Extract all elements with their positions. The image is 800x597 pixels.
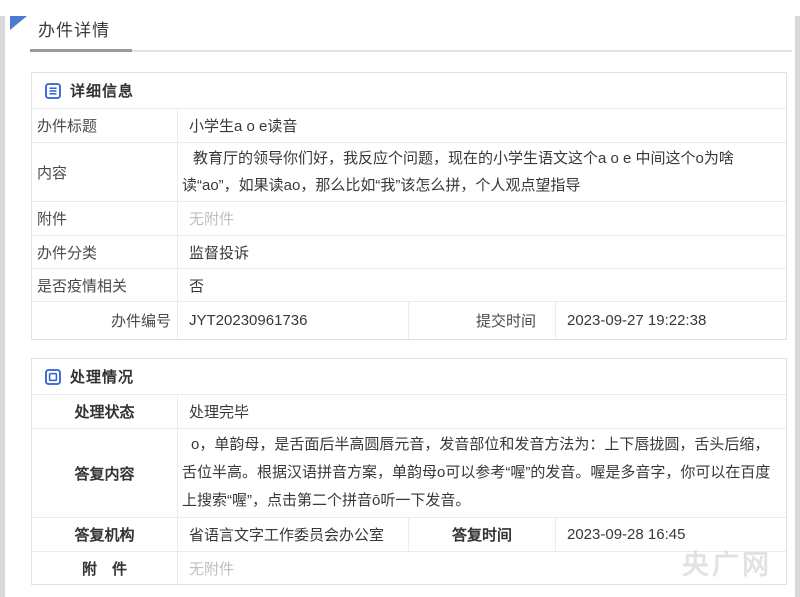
category-value: 监督投诉 [178,236,786,268]
reply-attachment-value: 无附件 [178,552,786,584]
document-lines-icon [45,83,61,99]
reply-org-value: 省语言文字工作委员会办公室 [178,518,408,551]
process-status-panel: 处理情况 处理状态 处理完毕 答复内容 o，单韵母，是舌面后半高圆唇元音，发音部… [31,358,787,585]
attachment-label: 附件 [32,202,178,235]
process-status-header: 处理情况 [32,359,786,394]
content-label: 内容 [32,143,178,201]
reply-content-value: o，单韵母，是舌面后半高圆唇元音，发音部位和发音方法为：上下唇拢圆，舌头后缩，舌… [178,429,786,517]
status-value: 处理完毕 [178,395,786,428]
epidemic-value: 否 [178,269,786,301]
submit-time-value: 2023-09-27 19:22:38 [556,302,785,339]
process-status-title: 处理情况 [70,366,134,387]
reply-org-label: 答复机构 [32,518,178,551]
category-label: 办件分类 [32,236,178,268]
detail-info-header: 详细信息 [32,73,786,108]
detail-info-title: 详细信息 [70,80,134,101]
title-underline [30,50,792,52]
reply-time-label: 答复时间 [408,518,556,551]
case-detail-page: 办件详情 详细信息 办件标题 小学生a o e读音 内容 教育厅的领导你们好，我… [5,16,795,585]
table-row-category: 办件分类 监督投诉 [32,235,786,268]
table-row-reply-content: 答复内容 o，单韵母，是舌面后半高圆唇元音，发音部位和发音方法为：上下唇拢圆，舌… [32,428,786,517]
table-row-case-title: 办件标题 小学生a o e读音 [32,108,786,142]
status-label: 处理状态 [32,395,178,428]
table-row-status: 处理状态 处理完毕 [32,394,786,428]
attachment-value: 无附件 [178,202,786,235]
case-number-label: 办件编号 [32,302,178,339]
page-title: 办件详情 [38,16,795,41]
reply-attachment-label: 附 件 [32,552,178,584]
case-title-value: 小学生a o e读音 [178,109,786,142]
reply-box-icon [45,369,61,385]
epidemic-label: 是否疫情相关 [32,269,178,301]
table-row-number-time: 办件编号 JYT20230961736 提交时间 2023-09-27 19:2… [32,301,786,339]
page-right-edge-scroll-area [795,16,800,597]
table-row-reply-attachment: 附 件 无附件 [32,551,786,584]
submit-time-label: 提交时间 [408,302,556,339]
table-row-org-time: 答复机构 省语言文字工作委员会办公室 答复时间 2023-09-28 16:45 [32,517,786,551]
reply-content-label: 答复内容 [32,429,178,517]
table-row-epidemic: 是否疫情相关 否 [32,268,786,301]
detail-info-panel: 详细信息 办件标题 小学生a o e读音 内容 教育厅的领导你们好，我反应个问题… [31,72,787,340]
table-row-attachment: 附件 无附件 [32,201,786,235]
case-title-label: 办件标题 [32,109,178,142]
case-number-value: JYT20230961736 [178,302,408,339]
content-value: 教育厅的领导你们好，我反应个问题，现在的小学生语文这个a o e 中间这个o为啥… [178,143,786,201]
reply-time-value: 2023-09-28 16:45 [556,518,785,551]
table-row-content: 内容 教育厅的领导你们好，我反应个问题，现在的小学生语文这个a o e 中间这个… [32,142,786,201]
